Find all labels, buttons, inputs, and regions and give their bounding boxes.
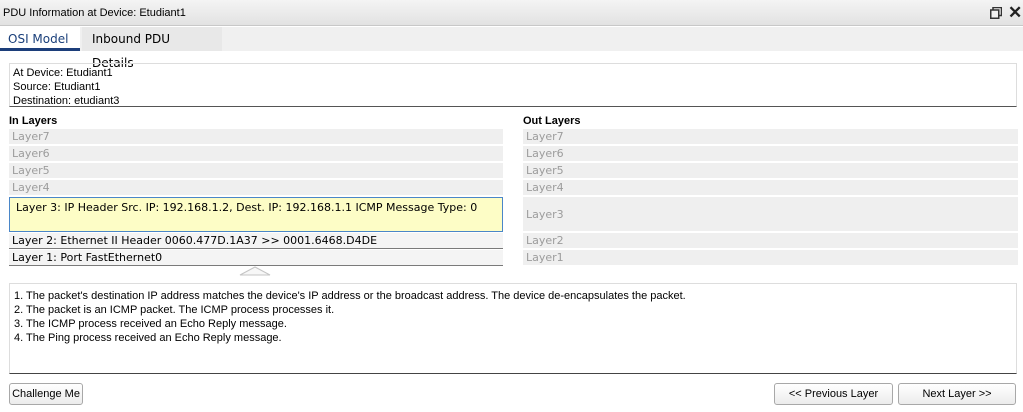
close-icon[interactable]: ✕ [1008,4,1022,22]
scroll-up-icon[interactable] [239,266,271,276]
description-line: 3. The ICMP process received an Echo Rep… [14,318,287,330]
out-layer-5[interactable]: Layer5 [523,163,1018,179]
out-layer-6[interactable]: Layer6 [523,146,1018,162]
tab-bar: OSI Model Inbound PDU Details [0,27,1023,70]
layer-description-panel: 1. The packet's destination IP address m… [9,283,1017,374]
at-device-label: At Device: Etudiant1 [13,67,113,79]
tab-osi-model[interactable]: OSI Model [0,27,80,51]
description-line: 4. The Ping process received an Echo Rep… [14,332,282,344]
destination-label: Destination: etudiant3 [13,95,120,107]
in-layer-6[interactable]: Layer6 [9,146,503,162]
out-layer-7[interactable]: Layer7 [523,129,1018,145]
in-layers-title: In Layers [9,115,58,127]
description-line: 1. The packet's destination IP address m… [14,290,686,302]
in-layer-3-selected[interactable]: Layer 3: IP Header Src. IP: 192.168.1.2,… [9,197,503,232]
tab-inbound-pdu-details[interactable]: Inbound PDU Details [82,27,222,70]
out-layer-4[interactable]: Layer4 [523,180,1018,196]
in-layer-1[interactable]: Layer 1: Port FastEthernet0 [9,250,503,266]
in-layer-5[interactable]: Layer5 [9,163,503,179]
out-layer-3[interactable]: Layer3 [523,197,1018,232]
restore-icon[interactable] [990,7,1002,19]
source-label: Source: Etudiant1 [13,81,101,93]
next-layer-button[interactable]: Next Layer >> [898,383,1016,405]
in-layer-2[interactable]: Layer 2: Ethernet II Header 0060.477D.1A… [9,233,503,249]
title-bar: PDU Information at Device: Etudiant1 ✕ [0,0,1023,26]
out-layers-title: Out Layers [523,115,581,127]
window-title: PDU Information at Device: Etudiant1 [3,7,186,19]
previous-layer-button[interactable]: << Previous Layer [774,383,893,405]
out-layer-1[interactable]: Layer1 [523,250,1018,266]
out-layer-2[interactable]: Layer2 [523,233,1018,249]
in-layer-7[interactable]: Layer7 [9,129,503,145]
challenge-me-button[interactable]: Challenge Me [9,383,83,405]
description-line: 2. The packet is an ICMP packet. The ICM… [14,304,335,316]
in-layer-4[interactable]: Layer4 [9,180,503,196]
device-info-panel: At Device: Etudiant1 Source: Etudiant1 D… [9,63,1017,107]
